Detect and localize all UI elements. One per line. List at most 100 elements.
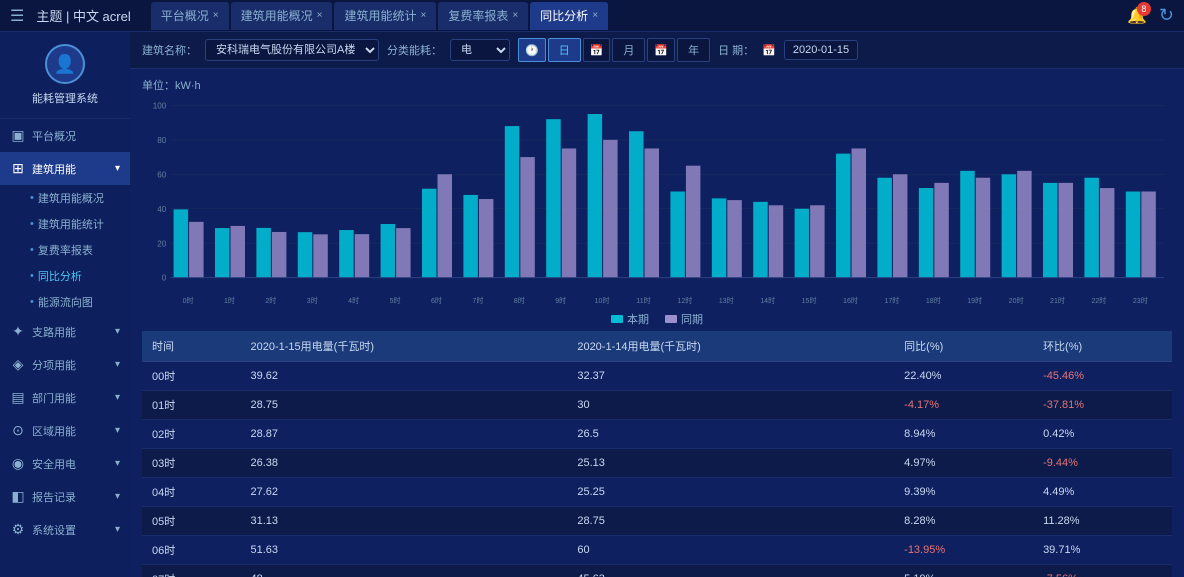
svg-text:40: 40 [157, 205, 166, 214]
table-row: 03时 26.38 25.13 4.97% -9.44% [142, 449, 1172, 478]
table-area: 时间2020-1-15用电量(千瓦时)2020-1-14用电量(千瓦时)同比(%… [130, 331, 1184, 577]
nav-item-3[interactable]: ◈分项用能▾ [0, 348, 130, 381]
svg-text:20: 20 [157, 239, 166, 248]
main-content: 建筑名称： 安科瑞电气股份有限公司A楼 分类能耗： 电 🕐 日 📅 月 📅 年 … [130, 32, 1184, 577]
legend-current-label: 本期 [627, 311, 649, 327]
svg-text:60: 60 [157, 170, 166, 179]
tab-复费率报表[interactable]: 复费率报表× [438, 2, 528, 30]
menu-icon[interactable]: ☰ [10, 6, 24, 26]
btn-calendar2[interactable]: 📅 [647, 38, 675, 62]
category-label: 分类能耗： [387, 42, 442, 58]
nav-item-1[interactable]: ⊞建筑用能▾ [0, 152, 130, 185]
building-label: 建筑名称： [142, 42, 197, 58]
cell-cur: 51.63 [241, 536, 568, 565]
nav-item-2[interactable]: ✦支路用能▾ [0, 315, 130, 348]
svg-text:12时: 12时 [677, 296, 692, 305]
cell-prev: 25.13 [567, 449, 894, 478]
cell-cur: 27.62 [241, 478, 568, 507]
sub-item-1[interactable]: 建筑用能统计 [22, 211, 130, 237]
btn-year[interactable]: 年 [677, 38, 710, 62]
calendar-icon: 📅 [762, 44, 776, 57]
svg-text:3时: 3时 [307, 296, 318, 305]
svg-text:21时: 21时 [1050, 296, 1065, 305]
svg-text:19时: 19时 [967, 296, 982, 305]
btn-month[interactable]: 月 [612, 38, 645, 62]
cell-mom: -45.46% [1033, 362, 1172, 391]
avatar: 👤 [45, 44, 85, 84]
svg-text:0时: 0时 [183, 296, 194, 305]
svg-text:80: 80 [157, 136, 166, 145]
cell-yoy: 8.28% [894, 507, 1033, 536]
cell-prev: 28.75 [567, 507, 894, 536]
svg-text:23时: 23时 [1133, 296, 1148, 305]
nav-container: ▣平台概况⊞建筑用能▾建筑用能概况建筑用能统计复费率报表同比分析能源流向图✦支路… [0, 119, 130, 546]
system-name: 能耗管理系统 [32, 90, 98, 106]
table-row: 07时 48 45.63 5.19% -7.56% [142, 565, 1172, 577]
svg-text:10时: 10时 [595, 296, 610, 305]
cell-cur: 48 [241, 565, 568, 577]
btn-calendar[interactable]: 📅 [583, 38, 611, 62]
refresh-icon[interactable]: ↻ [1159, 5, 1174, 26]
svg-text:13时: 13时 [719, 296, 734, 305]
btn-day[interactable]: 日 [548, 38, 581, 62]
nav-item-8[interactable]: ⚙系统设置▾ [0, 513, 130, 546]
cell-prev: 25.25 [567, 478, 894, 507]
legend-prev-label: 同期 [681, 311, 703, 327]
sub-item-3[interactable]: 同比分析 [22, 263, 130, 289]
tab-建筑用能概况[interactable]: 建筑用能概况× [231, 2, 333, 30]
table-row: 02时 28.87 26.5 8.94% 0.42% [142, 420, 1172, 449]
building-select[interactable]: 安科瑞电气股份有限公司A楼 [205, 39, 379, 61]
col-header-4: 环比(%) [1033, 331, 1172, 362]
sub-item-4[interactable]: 能源流向图 [22, 289, 130, 315]
date-value[interactable]: 2020-01-15 [784, 40, 858, 60]
cell-mom: 39.71% [1033, 536, 1172, 565]
svg-text:7时: 7时 [472, 296, 483, 305]
nav-item-5[interactable]: ⊙区域用能▾ [0, 414, 130, 447]
cell-time: 06时 [142, 536, 241, 565]
tab-平台概况[interactable]: 平台概况× [151, 2, 229, 30]
cell-time: 05时 [142, 507, 241, 536]
notifications[interactable]: 🔔 8 [1127, 6, 1147, 26]
chart-area: 单位：kW·h 0204060801000时1时2时3时4时5时6时7时8时9时… [130, 69, 1184, 331]
cell-prev: 60 [567, 536, 894, 565]
nav-item-4[interactable]: ▤部门用能▾ [0, 381, 130, 414]
svg-text:11时: 11时 [636, 296, 650, 305]
category-select[interactable]: 电 [450, 39, 510, 61]
cell-prev: 30 [567, 391, 894, 420]
btn-clock[interactable]: 🕐 [518, 38, 546, 62]
sub-item-2[interactable]: 复费率报表 [22, 237, 130, 263]
svg-text:4时: 4时 [348, 296, 359, 305]
cell-cur: 39.62 [241, 362, 568, 391]
brand-label: 主题 | 中文 acrel [36, 6, 130, 25]
nav-item-6[interactable]: ◉安全用电▾ [0, 447, 130, 480]
svg-text:17时: 17时 [884, 296, 899, 305]
cell-cur: 28.75 [241, 391, 568, 420]
nav-item-0[interactable]: ▣平台概况 [0, 119, 130, 152]
cell-yoy: -4.17% [894, 391, 1033, 420]
table-row: 01时 28.75 30 -4.17% -37.81% [142, 391, 1172, 420]
nav-sub-1: 建筑用能概况建筑用能统计复费率报表同比分析能源流向图 [0, 185, 130, 315]
cell-yoy: 22.40% [894, 362, 1033, 391]
time-mode-group: 🕐 日 📅 月 📅 年 [518, 38, 710, 62]
svg-text:18时: 18时 [926, 296, 941, 305]
svg-text:0: 0 [162, 274, 167, 283]
svg-text:100: 100 [153, 101, 167, 110]
topbar: ☰ 主题 | 中文 acrel 平台概况×建筑用能概况×建筑用能统计×复费率报表… [0, 0, 1184, 32]
svg-text:8时: 8时 [514, 296, 525, 305]
svg-text:15时: 15时 [802, 296, 817, 305]
toolbar: 建筑名称： 安科瑞电气股份有限公司A楼 分类能耗： 电 🕐 日 📅 月 📅 年 … [130, 32, 1184, 69]
nav-item-7[interactable]: ◧报告记录▾ [0, 480, 130, 513]
chart-container: 0204060801000时1时2时3时4时5时6时7时8时9时10时11时12… [142, 97, 1172, 307]
tab-建筑用能统计[interactable]: 建筑用能统计× [334, 2, 436, 30]
sub-item-0[interactable]: 建筑用能概况 [22, 185, 130, 211]
bar-chart: 0204060801000时1时2时3时4时5时6时7时8时9时10时11时12… [142, 97, 1172, 307]
cell-prev: 45.63 [567, 565, 894, 577]
col-header-3: 同比(%) [894, 331, 1033, 362]
tab-同比分析[interactable]: 同比分析× [530, 2, 608, 30]
cell-prev: 32.37 [567, 362, 894, 391]
cell-yoy: 9.39% [894, 478, 1033, 507]
cell-mom: -7.56% [1033, 565, 1172, 577]
svg-text:22时: 22时 [1091, 296, 1106, 305]
topbar-actions: 🔔 8 ↻ [1127, 5, 1174, 26]
svg-text:5时: 5时 [390, 296, 401, 305]
